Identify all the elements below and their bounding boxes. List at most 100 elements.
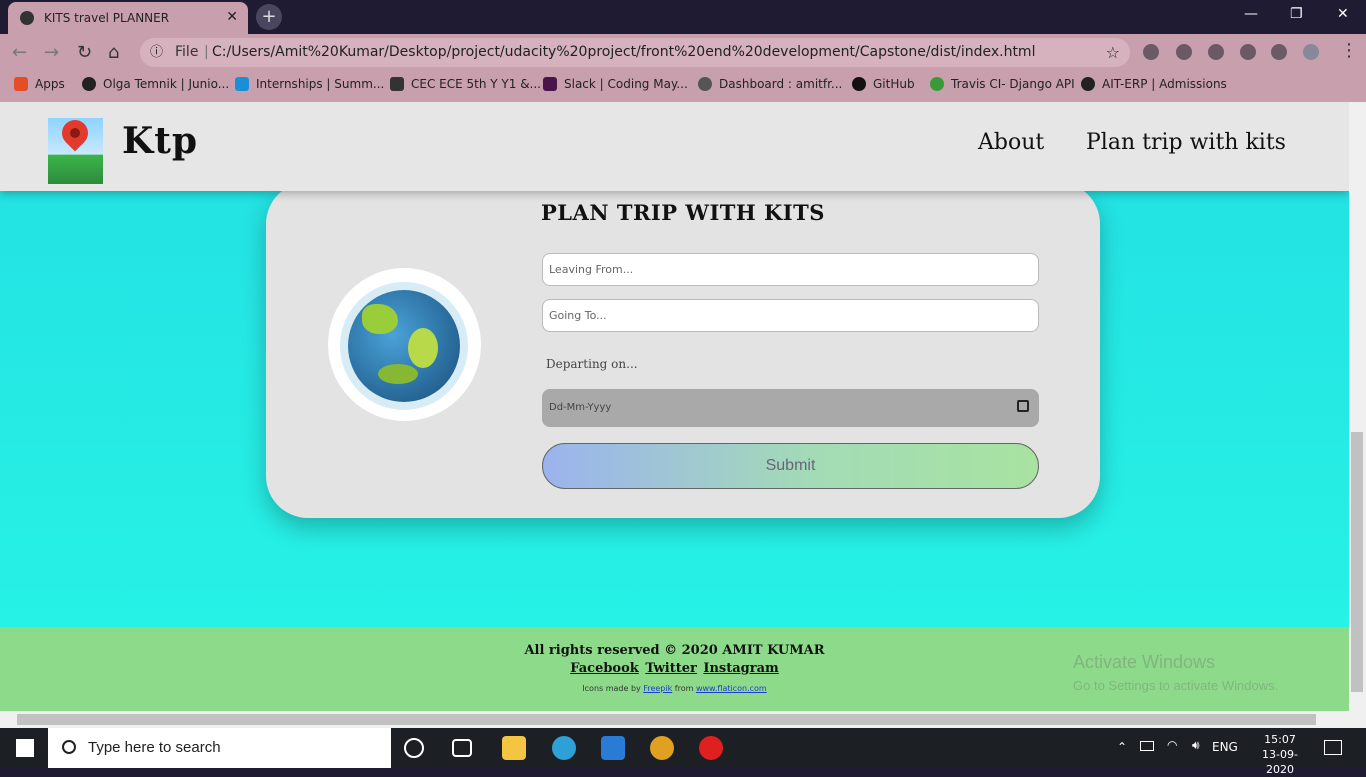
chevron-up-icon[interactable]: ⌃ xyxy=(1117,740,1127,754)
vscode-icon[interactable] xyxy=(601,736,625,760)
chrome-icon[interactable] xyxy=(650,736,674,760)
site-logo[interactable] xyxy=(48,114,103,184)
plan-trip-card: PLAN TRIP WITH KITS Leaving From... Goin… xyxy=(266,182,1100,518)
page-viewport: Ktp About Plan trip with kits PLAN TRIP … xyxy=(0,102,1349,711)
close-window-icon[interactable]: ✕ xyxy=(1337,6,1349,22)
pin-dot xyxy=(70,128,80,138)
tab-title: KITS travel PLANNER xyxy=(44,11,170,25)
clock-date: 13-09-2020 xyxy=(1262,748,1298,776)
bookmark-star-icon[interactable]: ☆ xyxy=(1106,38,1120,67)
bookmark-item[interactable]: Olga Temnik | Junio... xyxy=(82,77,229,91)
address-bar[interactable]: ⓘ File | C:/Users/Amit%20Kumar/Desktop/p… xyxy=(140,38,1130,67)
land-shape xyxy=(408,328,438,368)
file-label: File xyxy=(175,44,199,60)
windows-start-icon[interactable] xyxy=(16,739,34,757)
bookmark-item[interactable]: AIT-ERP | Admissions xyxy=(1081,77,1227,91)
restore-icon[interactable]: ❐ xyxy=(1290,6,1303,22)
activate-windows-subtitle: Go to Settings to activate Windows. xyxy=(1073,678,1279,693)
volume-icon[interactable]: 🔊︎ xyxy=(1192,738,1200,753)
bookmark-favicon-icon xyxy=(1081,77,1095,91)
departure-date-input[interactable]: Dd-Mm-Yyyy xyxy=(542,389,1039,427)
battery-icon[interactable] xyxy=(1140,741,1154,751)
clock[interactable]: 15:07 13-09-2020 xyxy=(1250,732,1310,777)
submit-button[interactable]: Submit xyxy=(542,443,1039,489)
bookmark-item[interactable]: Travis CI- Django API xyxy=(930,77,1075,91)
profile-avatar[interactable] xyxy=(1303,44,1319,60)
bookmark-apps[interactable]: Apps xyxy=(14,77,65,91)
bookmark-item[interactable]: Internships | Summ... xyxy=(235,77,384,91)
site-header: Ktp About Plan trip with kits xyxy=(0,102,1349,191)
leaving-from-input[interactable]: Leaving From... xyxy=(542,253,1039,286)
browser-title-bar: KITS travel PLANNER ✕ + — ❐ ✕ xyxy=(0,0,1366,34)
extension-icon-2[interactable] xyxy=(1176,44,1192,60)
extension-icon-3[interactable] xyxy=(1208,44,1224,60)
media-control-icon[interactable] xyxy=(1271,44,1287,60)
bookmark-favicon-icon xyxy=(698,77,712,91)
close-tab-icon[interactable]: ✕ xyxy=(226,9,238,25)
reload-icon[interactable]: ↻ xyxy=(77,42,92,63)
clock-time: 15:07 xyxy=(1264,733,1296,746)
bookmark-favicon-icon xyxy=(82,77,96,91)
bookmark-item[interactable]: GitHub xyxy=(852,77,915,91)
earth-globe-image xyxy=(328,268,481,421)
horizontal-scroll-thumb[interactable] xyxy=(17,714,1316,725)
brand-name[interactable]: Ktp xyxy=(122,120,198,162)
nav-plan-trip[interactable]: Plan trip with kits xyxy=(1086,130,1286,155)
info-icon[interactable]: ⓘ xyxy=(150,38,163,67)
credits-prefix: Icons made by xyxy=(582,684,641,693)
credits-mid: from xyxy=(674,684,694,693)
wifi-icon[interactable]: ◠ xyxy=(1167,738,1177,752)
flaticon-link[interactable]: www.flaticon.com xyxy=(696,684,767,693)
url-text[interactable]: C:/Users/Amit%20Kumar/Desktop/project/ud… xyxy=(212,38,1035,67)
bookmark-favicon-icon xyxy=(235,77,249,91)
windows-taskbar: Type here to search ⌃ ◠ 🔊︎ ENG 15:07 13-… xyxy=(0,728,1366,776)
cortana-icon[interactable] xyxy=(404,738,424,758)
new-tab-button[interactable]: + xyxy=(256,4,282,30)
facebook-link[interactable]: Facebook xyxy=(570,661,639,676)
task-view-icon[interactable] xyxy=(452,739,472,757)
search-placeholder: Type here to search xyxy=(88,739,221,756)
edge-icon[interactable] xyxy=(552,736,576,760)
forward-icon[interactable]: → xyxy=(44,42,59,63)
instagram-link[interactable]: Instagram xyxy=(703,661,778,676)
vertical-scrollbar[interactable] xyxy=(1349,102,1366,711)
extension-icon-1[interactable] xyxy=(1143,44,1159,60)
bookmark-item[interactable]: CEC ECE 5th Y Y1 &... xyxy=(390,77,541,91)
travis-icon xyxy=(930,77,944,91)
taskbar-search-box[interactable]: Type here to search xyxy=(48,728,391,768)
departing-label: Departing on... xyxy=(546,357,638,371)
form-title: PLAN TRIP WITH KITS xyxy=(541,200,825,225)
nav-about[interactable]: About xyxy=(978,130,1044,155)
vertical-scroll-thumb[interactable] xyxy=(1351,432,1363,692)
browser-toolbar: ← → ↻ ⌂ ⓘ File | C:/Users/Amit%20Kumar/D… xyxy=(0,34,1366,70)
apps-grid-icon xyxy=(14,77,28,91)
language-indicator[interactable]: ENG xyxy=(1212,740,1238,754)
back-icon[interactable]: ← xyxy=(12,42,27,63)
menu-kebab-icon[interactable]: ⋮ xyxy=(1340,40,1358,61)
browser-tab[interactable]: KITS travel PLANNER ✕ xyxy=(8,2,248,34)
address-separator: | xyxy=(204,44,209,60)
bookmark-item[interactable]: Dashboard : amitfr... xyxy=(698,77,842,91)
file-explorer-icon[interactable] xyxy=(502,736,526,760)
extensions-puzzle-icon[interactable] xyxy=(1240,44,1256,60)
bookmarks-bar: Apps Olga Temnik | Junio... Internships … xyxy=(0,70,1366,102)
horizontal-scrollbar[interactable] xyxy=(0,711,1366,728)
twitter-link[interactable]: Twitter xyxy=(645,661,697,676)
search-icon xyxy=(62,740,76,754)
date-placeholder: Dd-Mm-Yyyy xyxy=(549,402,612,413)
github-icon xyxy=(852,77,866,91)
calendar-icon[interactable] xyxy=(1017,400,1029,412)
slack-icon xyxy=(543,77,557,91)
land-shape xyxy=(362,304,398,334)
land-shape xyxy=(378,364,418,384)
home-icon[interactable]: ⌂ xyxy=(108,42,119,63)
going-to-input[interactable]: Going To... xyxy=(542,299,1039,332)
bookmark-favicon-icon xyxy=(390,77,404,91)
notifications-icon[interactable] xyxy=(1324,740,1342,755)
bookmark-item[interactable]: Slack | Coding May... xyxy=(543,77,688,91)
globe-icon xyxy=(20,11,34,25)
freepik-link[interactable]: Freepik xyxy=(643,684,672,693)
youtube-icon[interactable] xyxy=(699,736,723,760)
activate-windows-title: Activate Windows xyxy=(1073,652,1216,672)
minimize-icon[interactable]: — xyxy=(1244,6,1258,22)
